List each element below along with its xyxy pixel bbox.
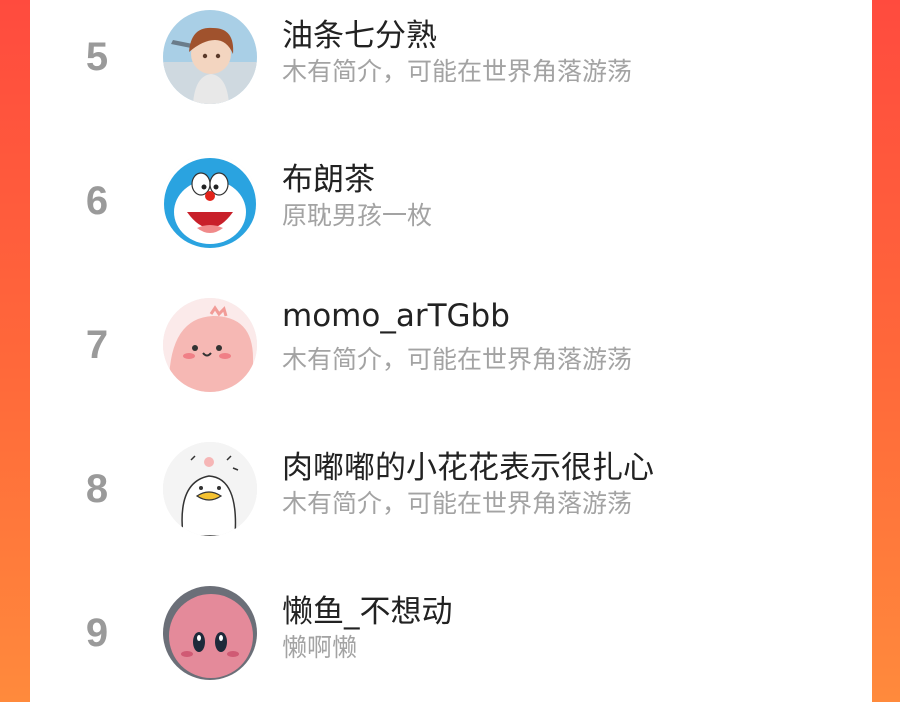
kirby-plush-avatar-icon[interactable] [163, 586, 257, 680]
anime-boy-avatar-icon[interactable] [163, 10, 257, 104]
ranking-row[interactable]: 8 肉嘟嘟的小花花表示很扎心 木有简介，可能在世界角落游荡 [30, 424, 872, 554]
user-bio: 懒啊懒 [282, 633, 358, 662]
username[interactable]: 懒鱼_不想动 [282, 586, 453, 631]
user-bio: 原耽男孩一枚 [282, 201, 433, 230]
ranking-row[interactable]: 5 油条七分熟 木有简介，可能在世界角落游荡 [30, 0, 872, 122]
doraemon-avatar-icon[interactable] [163, 154, 257, 248]
username[interactable]: 油条七分熟 [282, 10, 437, 55]
rank-number: 8 [85, 466, 109, 511]
ranking-row[interactable]: 7 momo_arTGbb 木有简介，可能在世界角落游荡 [30, 280, 872, 410]
username[interactable]: 肉嘟嘟的小花花表示很扎心 [282, 442, 654, 487]
ranking-row[interactable]: 6 布朗茶 原耽男孩一枚 [30, 136, 872, 266]
white-duck-avatar-icon[interactable] [163, 442, 257, 536]
rank-number: 5 [85, 34, 109, 79]
ranking-row[interactable]: 9 懒鱼_不想动 懒啊懒 [30, 568, 872, 698]
rank-number: 9 [85, 610, 109, 655]
user-bio: 木有简介，可能在世界角落游荡 [282, 345, 633, 374]
username[interactable]: momo_arTGbb [282, 298, 510, 334]
pink-blob-avatar-icon[interactable] [163, 298, 257, 392]
ranking-list-card: 5 油条七分熟 木有简介，可能在世界角落游荡 6 布朗茶 原耽男孩一枚 7 mo… [30, 0, 872, 702]
rank-number: 7 [85, 322, 109, 367]
user-bio: 木有简介，可能在世界角落游荡 [282, 489, 633, 518]
user-bio: 木有简介，可能在世界角落游荡 [282, 57, 633, 86]
rank-number: 6 [85, 178, 109, 223]
username[interactable]: 布朗茶 [282, 154, 375, 199]
